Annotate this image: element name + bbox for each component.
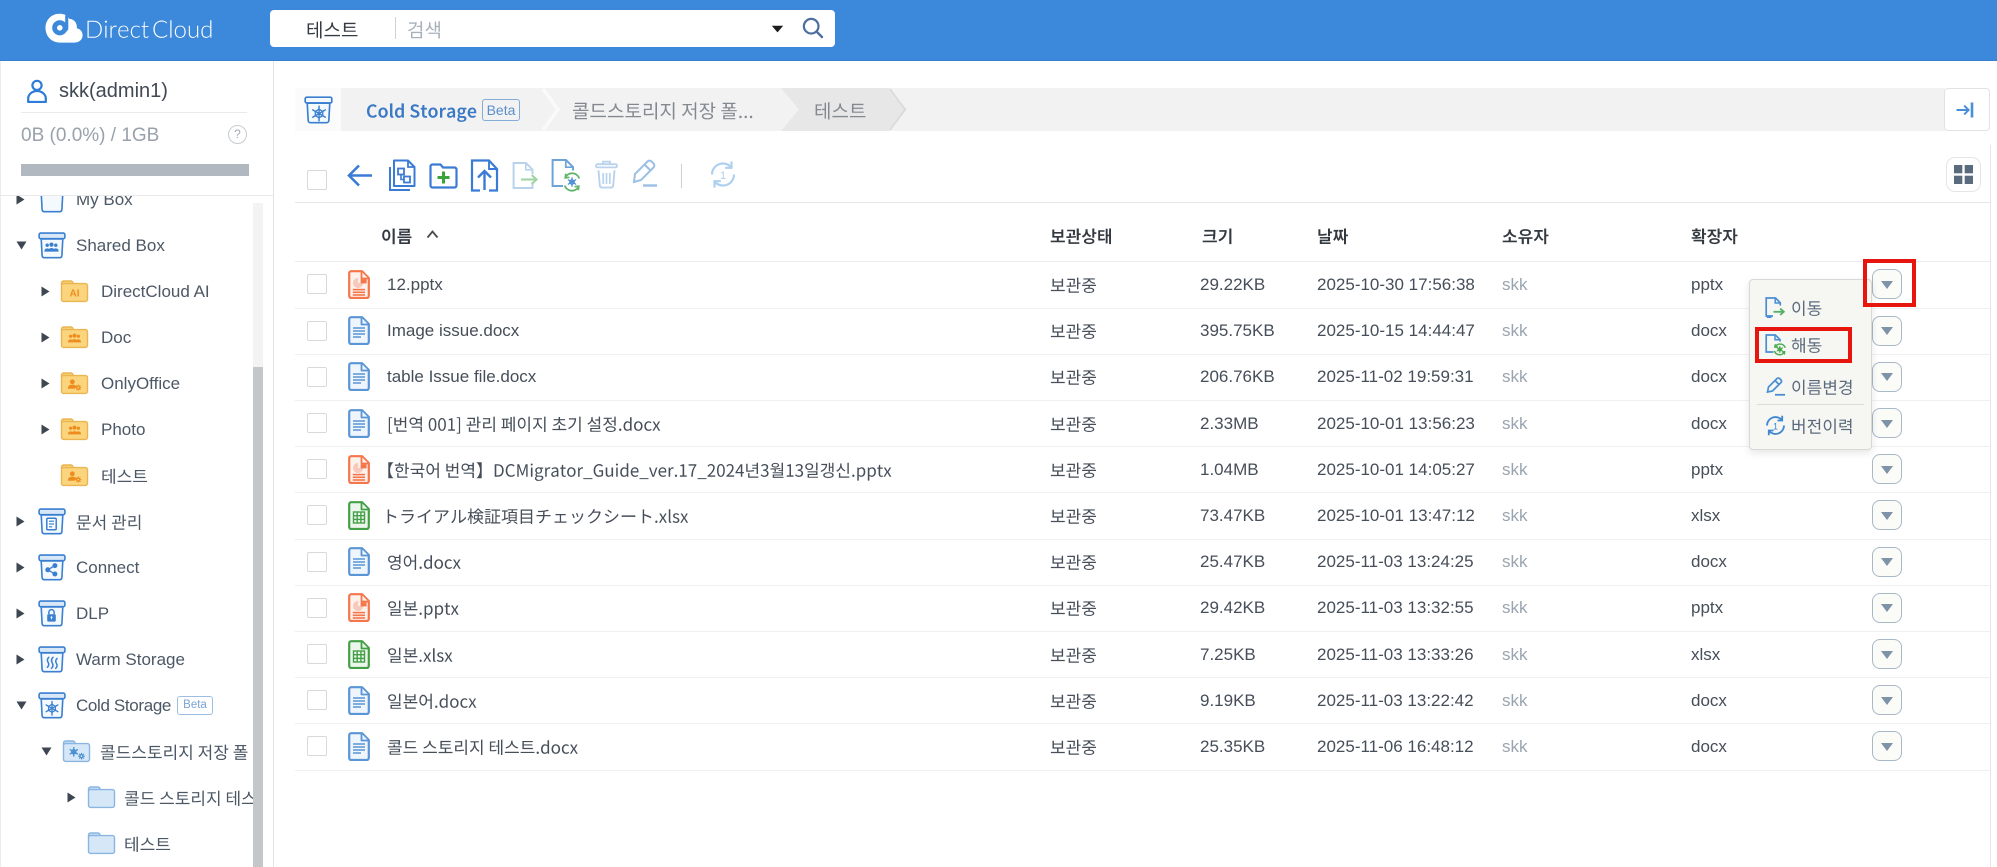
svg-text:1: 1 — [1773, 421, 1778, 431]
svg-text:1: 1 — [720, 170, 726, 182]
svg-text:AI: AI — [70, 289, 80, 300]
